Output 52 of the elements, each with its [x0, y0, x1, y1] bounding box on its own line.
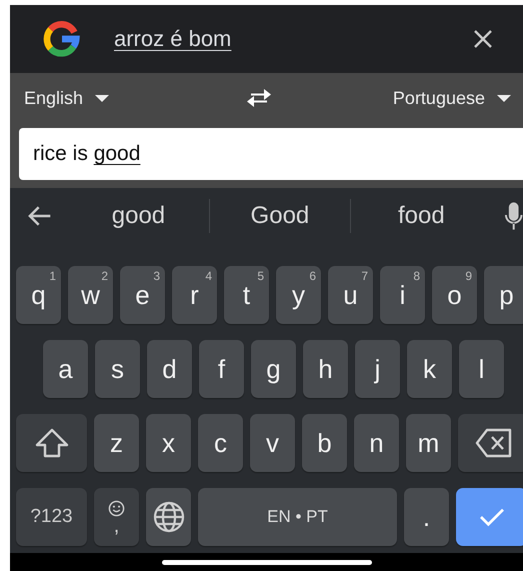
comma-label: ,	[114, 516, 120, 534]
backspace-icon	[474, 428, 512, 458]
key[interactable]: j	[355, 340, 400, 398]
translation-link[interactable]: arroz é bom	[114, 26, 232, 52]
swap-icon[interactable]	[245, 86, 274, 110]
key[interactable]: p	[484, 266, 523, 324]
space-key[interactable]: EN • PT	[198, 488, 397, 546]
key[interactable]: z	[94, 414, 139, 472]
key[interactable]: .	[404, 488, 449, 546]
microphone-icon[interactable]	[504, 201, 523, 231]
key[interactable]: t 5	[224, 266, 269, 324]
key[interactable]: f	[199, 340, 244, 398]
source-language-dropdown[interactable]: English	[24, 88, 110, 108]
emoji-comma-key[interactable]: ,	[94, 488, 139, 546]
key[interactable]: n	[354, 414, 399, 472]
key[interactable]: w 2	[68, 266, 113, 324]
home-indicator[interactable]	[162, 560, 372, 564]
input-field[interactable]: rice is good	[19, 128, 523, 180]
key[interactable]: m	[406, 414, 451, 472]
backspace-key[interactable]	[458, 414, 523, 472]
key[interactable]: c	[198, 414, 243, 472]
language-switch-key[interactable]	[146, 488, 191, 546]
key[interactable]: h	[303, 340, 348, 398]
smiley-icon	[108, 500, 125, 516]
suggestion[interactable]: Good	[222, 202, 338, 230]
key[interactable]: k	[407, 340, 452, 398]
key[interactable]: i 8	[380, 266, 425, 324]
key[interactable]: v	[250, 414, 295, 472]
key[interactable]: s	[95, 340, 140, 398]
google-logo-icon	[43, 20, 81, 58]
shift-key[interactable]	[16, 414, 87, 472]
key[interactable]: l	[459, 340, 504, 398]
shift-arrow-icon	[34, 428, 68, 458]
target-language-dropdown[interactable]: Portuguese	[392, 88, 511, 108]
key[interactable]: b	[302, 414, 347, 472]
checkmark-icon	[478, 506, 506, 528]
suggestion[interactable]: good	[80, 202, 197, 230]
key[interactable]: g	[251, 340, 296, 398]
key[interactable]: y 6	[276, 266, 321, 324]
key[interactable]: u 7	[328, 266, 373, 324]
key[interactable]: e 3	[120, 266, 165, 324]
suggestion[interactable]: food	[363, 202, 480, 230]
close-icon[interactable]	[473, 29, 493, 49]
key[interactable]: a	[43, 340, 88, 398]
symbols-key[interactable]: ?123	[16, 488, 87, 546]
key[interactable]: r 4	[172, 266, 217, 324]
key[interactable]: d	[147, 340, 192, 398]
back-arrow-icon[interactable]	[27, 204, 52, 228]
globe-icon	[152, 501, 184, 533]
key[interactable]: o 9	[432, 266, 477, 324]
key[interactable]: x	[146, 414, 191, 472]
key[interactable]: q 1	[16, 266, 61, 324]
